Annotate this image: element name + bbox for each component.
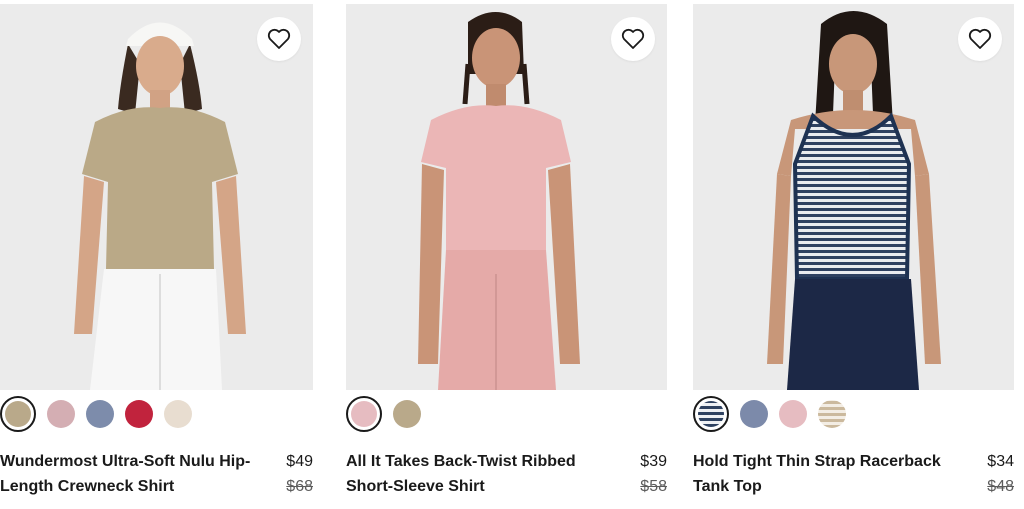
original-price: $68 [286,478,313,495]
original-price: $58 [640,478,667,495]
sale-price: $34 [987,453,1014,470]
product-image[interactable] [346,4,667,390]
color-swatch[interactable] [740,400,768,428]
color-swatch[interactable] [125,400,153,428]
favorite-button[interactable] [958,17,1002,61]
color-swatches [693,395,846,433]
price-block: $49 $68 [286,449,313,499]
original-price: $48 [987,478,1014,495]
heart-outline-icon [968,28,992,49]
product-image[interactable] [0,4,313,390]
product-name-link[interactable]: All It Takes Back-Twist Ribbed Short-Sle… [346,449,614,499]
product-card[interactable]: Wundermost Ultra-Soft Nulu Hip-Length Cr… [0,0,326,509]
model-photo [0,4,313,390]
color-swatch-selected[interactable] [346,396,382,432]
heart-outline-icon [621,28,645,49]
color-swatch-selected[interactable] [0,396,36,432]
product-card[interactable]: All It Takes Back-Twist Ribbed Short-Sle… [346,0,680,509]
favorite-button[interactable] [257,17,301,61]
price-block: $39 $58 [640,449,667,499]
color-swatch[interactable] [779,400,807,428]
product-name-link[interactable]: Wundermost Ultra-Soft Nulu Hip-Length Cr… [0,449,262,499]
favorite-button[interactable] [611,17,655,61]
color-swatch[interactable] [47,400,75,428]
model-photo [693,4,1014,390]
heart-outline-icon [267,28,291,49]
color-swatches [0,395,192,433]
product-card[interactable]: Hold Tight Thin Strap Racerback Tank Top… [693,0,1024,509]
color-swatch[interactable] [818,400,846,428]
product-grid: Wundermost Ultra-Soft Nulu Hip-Length Cr… [0,0,1024,509]
sale-price: $49 [286,453,313,470]
price-block: $34 $48 [987,449,1014,499]
color-swatches [346,395,421,433]
color-swatch[interactable] [164,400,192,428]
product-name-link[interactable]: Hold Tight Thin Strap Racerback Tank Top [693,449,961,499]
model-photo [346,4,667,390]
sale-price: $39 [640,453,667,470]
color-swatch[interactable] [86,400,114,428]
color-swatch-selected[interactable] [693,396,729,432]
color-swatch[interactable] [393,400,421,428]
product-image[interactable] [693,4,1014,390]
